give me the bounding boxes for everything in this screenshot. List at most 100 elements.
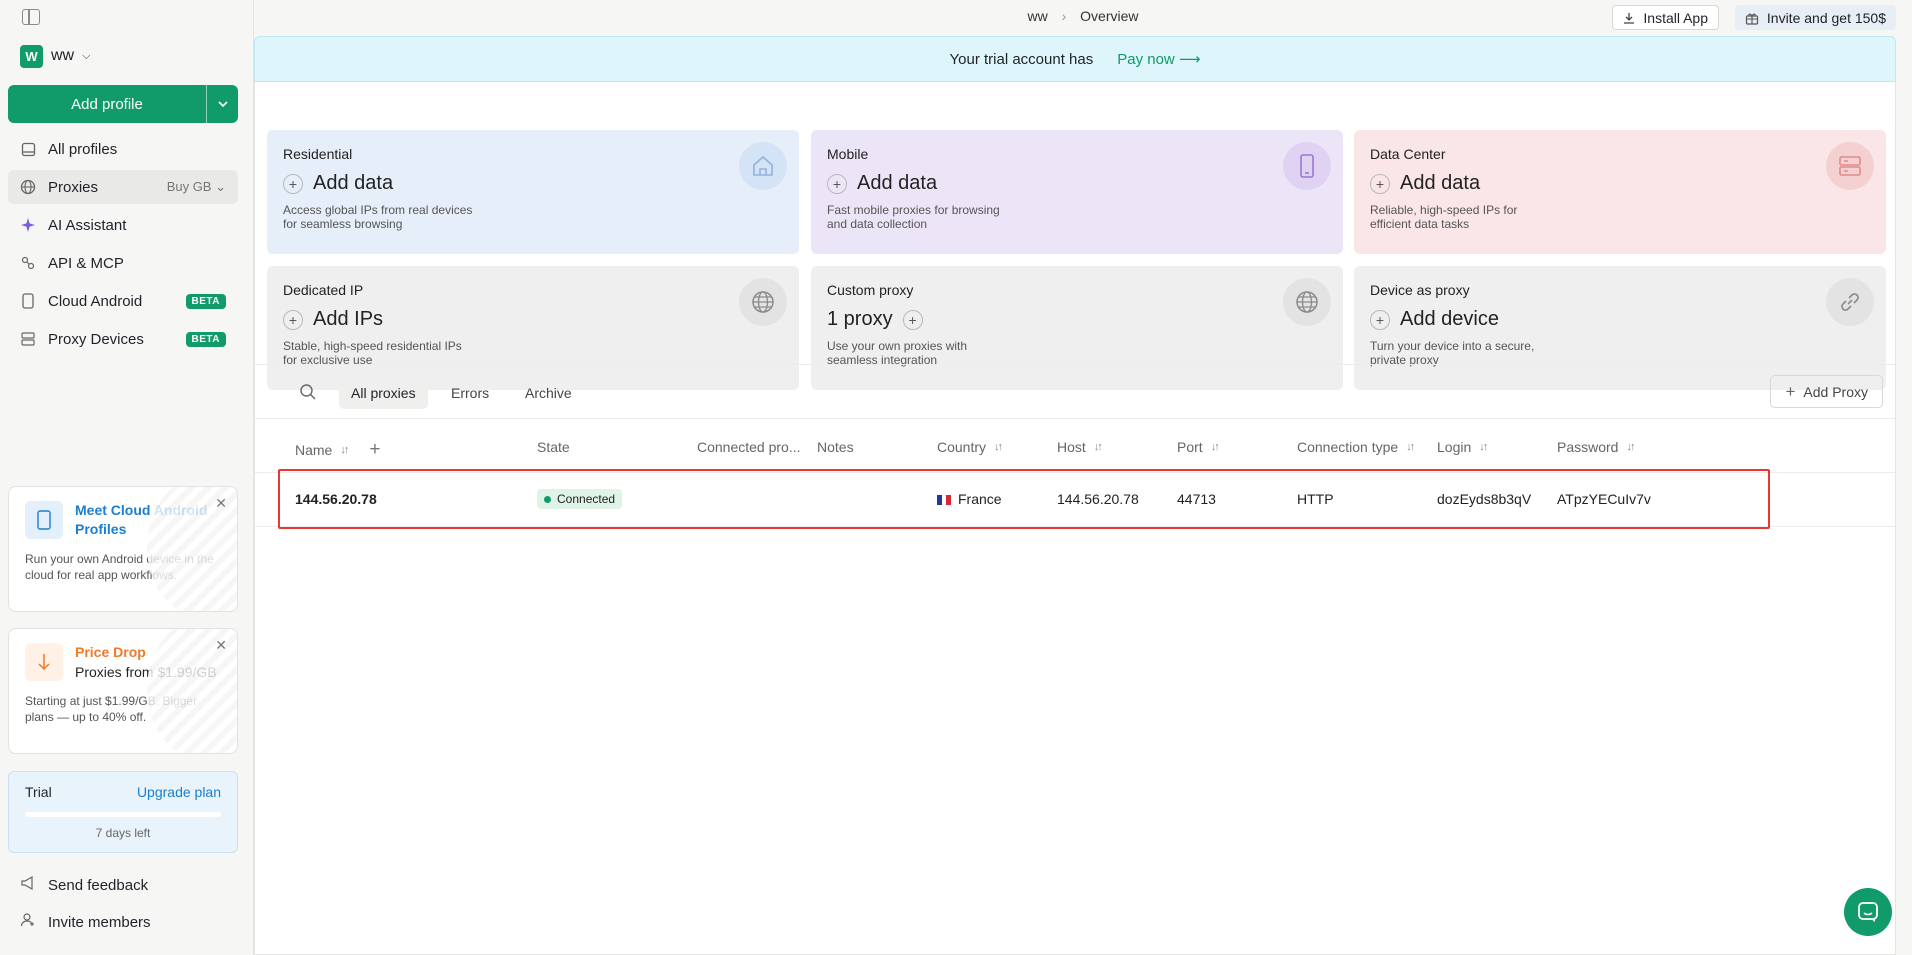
trial-label: Trial	[25, 784, 52, 800]
column-login[interactable]: Login ↓↑	[1437, 439, 1488, 455]
column-notes: Notes	[817, 439, 854, 455]
sort-icon: ↓↑	[1093, 441, 1103, 453]
close-icon[interactable]: ✕	[215, 495, 227, 512]
sidebar-item-proxies[interactable]: Proxies Buy GB ⌄	[8, 170, 238, 204]
invite-label: Invite and get 150$	[1766, 9, 1886, 26]
plus-icon[interactable]: +	[902, 309, 923, 330]
card-action[interactable]: 1 proxy +	[827, 308, 1327, 331]
close-icon[interactable]: ✕	[215, 637, 227, 654]
card-description: Turn your device into a secure, private …	[1370, 339, 1535, 367]
plus-icon: +	[1370, 309, 1390, 330]
download-icon	[1624, 12, 1635, 24]
promo-price-drop[interactable]: ✕ Price Drop Proxies from $1.99/GB Start…	[8, 628, 238, 754]
plus-icon: +	[1785, 381, 1796, 401]
card-action-label: Add device	[1400, 308, 1499, 330]
proxy-host: 144.56.20.78	[1057, 491, 1139, 507]
globe-icon	[20, 179, 36, 195]
arrow-down-icon	[25, 643, 63, 681]
add-column-icon[interactable]: +	[369, 439, 380, 461]
column-port[interactable]: Port ↓↑	[1177, 439, 1220, 455]
trial-banner: Your trial account has Pay now ⟶	[254, 36, 1896, 82]
promo-description: Starting at just $1.99/GB. Bigger plans …	[25, 694, 198, 724]
add-proxy-label: Add Proxy	[1803, 383, 1868, 400]
install-app-button[interactable]: Install App	[1612, 5, 1719, 30]
add-proxy-button[interactable]: + Add Proxy	[1770, 375, 1883, 408]
table-row[interactable]: 144.56.20.78 Connected France 144.56.20.…	[255, 473, 1895, 527]
trial-panel: Trial Upgrade plan 7 days left	[8, 771, 238, 853]
chat-icon	[1858, 902, 1878, 922]
home-icon	[739, 142, 787, 190]
proxy-login: dozEyds8b3qV	[1437, 491, 1532, 507]
column-connection-type[interactable]: Connection type ↓↑	[1297, 439, 1415, 455]
server-icon	[1826, 142, 1874, 190]
sidebar-item-label: Proxy Devices	[48, 330, 144, 348]
trial-progress-bar	[25, 812, 221, 817]
sparkle-icon	[20, 217, 36, 233]
promo-subtitle: Proxies from $1.99/GB	[75, 664, 217, 680]
card-title: Dedicated IP	[283, 282, 364, 298]
promo-description: Run your own Android device in the cloud…	[25, 552, 214, 582]
sidebar-toggle-icon[interactable]	[22, 9, 40, 25]
send-feedback-button[interactable]: Send feedback	[8, 868, 238, 902]
search-icon[interactable]	[299, 383, 317, 405]
card-action[interactable]: + Add data	[283, 172, 783, 195]
upgrade-plan-link[interactable]: Upgrade plan	[137, 784, 221, 800]
card-description: Fast mobile proxies for browsing and dat…	[827, 203, 1000, 231]
column-state: State	[537, 439, 570, 455]
sidebar-nav: All profiles Proxies Buy GB ⌄ AI Assista…	[8, 132, 238, 360]
plus-icon: +	[283, 309, 303, 330]
workspace-switcher[interactable]: W ww ⌵	[20, 44, 90, 68]
invite-members-button[interactable]: Invite members	[8, 905, 238, 939]
promo-cloud-android[interactable]: ✕ Meet Cloud Android Profiles Run your o…	[8, 486, 238, 612]
sidebar-item-proxy-devices[interactable]: Proxy Devices BETA	[8, 322, 238, 356]
install-app-label: Install App	[1643, 9, 1708, 26]
card-residential[interactable]: Residential + Add data Access global IPs fr…	[267, 130, 799, 254]
proxy-name[interactable]: 144.56.20.78	[295, 491, 377, 507]
sort-icon: ↓↑	[1626, 441, 1635, 453]
column-host[interactable]: Host ↓↑	[1057, 439, 1103, 455]
topbar: ww › Overview Install App Invite and get…	[254, 0, 1912, 34]
card-title: Residential	[283, 146, 353, 162]
card-description: Reliable, high-speed IPs for efficient d…	[1370, 203, 1518, 231]
column-country[interactable]: Country ↓↑	[937, 439, 1003, 455]
card-title: Data Center	[1370, 146, 1446, 162]
plus-icon: +	[283, 173, 303, 194]
sidebar-item-cloud-android[interactable]: Cloud Android BETA	[8, 284, 238, 318]
filter-all-proxies[interactable]: All proxies	[339, 377, 428, 409]
main-area: Your trial account has Pay now ⟶ Residen…	[254, 36, 1896, 955]
breadcrumb-current: Overview	[1080, 8, 1139, 24]
france-flag-icon	[937, 495, 952, 506]
sidebar-item-ai-assistant[interactable]: AI Assistant	[8, 208, 238, 242]
filter-archive[interactable]: Archive	[513, 377, 584, 409]
filter-errors[interactable]: Errors	[439, 377, 501, 409]
invite-button[interactable]: Invite and get 150$	[1734, 5, 1896, 30]
sort-icon: ↓↑	[1210, 441, 1220, 453]
card-mobile[interactable]: Mobile + Add data Fast mobile proxies for b…	[811, 130, 1343, 254]
globe-icon	[739, 278, 787, 326]
sidebar-item-label: API & MCP	[48, 254, 124, 272]
card-data-center[interactable]: Data Center + Add data Reliable, high-speed…	[1354, 130, 1886, 254]
sidebar-item-api-mcp[interactable]: API & MCP	[8, 246, 238, 280]
sidebar-item-label: All profiles	[48, 140, 118, 158]
card-action[interactable]: + Add data	[827, 172, 1327, 195]
phone-icon	[25, 501, 63, 539]
breadcrumb-workspace[interactable]: ww	[1027, 8, 1047, 24]
promo-title: Price Drop	[75, 644, 146, 660]
card-action[interactable]: + Add IPs	[283, 308, 783, 331]
server-icon	[20, 331, 36, 347]
sidebar-item-all-profiles[interactable]: All profiles	[8, 132, 238, 166]
chevron-down-icon	[217, 101, 228, 107]
invite-members-label: Invite members	[48, 913, 151, 931]
pay-now-link[interactable]: Pay now ⟶	[1117, 50, 1200, 68]
card-action[interactable]: + Add device	[1370, 308, 1870, 331]
card-action[interactable]: + Add data	[1370, 172, 1870, 195]
chevron-right-icon: ›	[1061, 8, 1067, 24]
add-profile-dropdown-button[interactable]	[207, 85, 238, 123]
status-dot	[544, 495, 551, 503]
column-password[interactable]: Password ↓↑	[1557, 439, 1635, 455]
globe-icon	[1283, 278, 1331, 326]
buy-gb-link[interactable]: Buy GB ⌄	[167, 179, 226, 195]
add-profile-button[interactable]: Add profile	[8, 85, 207, 123]
column-name[interactable]: Name ↓↑ +	[295, 439, 380, 461]
chat-button[interactable]	[1844, 888, 1892, 936]
